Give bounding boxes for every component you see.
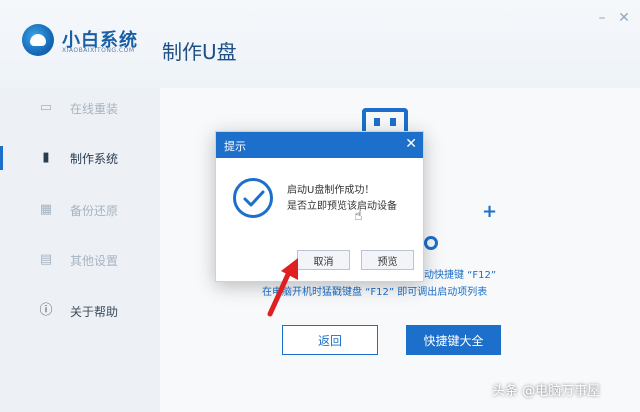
usb-icon: ▮ — [42, 150, 50, 165]
watermark: 头条 @电脑万事屋 — [492, 384, 601, 399]
sidebar-item-label: 备份还原 — [70, 203, 119, 218]
sidebar: ▭ 在线重装 ▮ 制作系统 ▦ 备份还原 ▤ 其他设置 ⓘ 关于帮助 — [0, 88, 160, 412]
hint-text-1: 动快捷键 “F12” — [424, 270, 497, 281]
sidebar-item-label: 制作系统 — [70, 151, 119, 166]
app-logo — [22, 24, 54, 56]
preview-button[interactable]: 预览 — [361, 250, 414, 270]
success-check-icon — [233, 178, 273, 218]
shortcut-list-button[interactable]: 快捷键大全 — [406, 325, 501, 355]
dialog-title: 提示 — [224, 140, 246, 153]
back-button[interactable]: 返回 — [282, 325, 378, 355]
plus-icon: + — [482, 201, 498, 222]
circle-icon — [424, 236, 438, 250]
sidebar-item-label: 在线重装 — [70, 101, 119, 116]
annotation-arrow-icon — [267, 258, 298, 317]
sidebar-item-other-settings[interactable]: ▤ 其他设置 — [0, 240, 160, 280]
close-window-button[interactable]: ✕ — [616, 10, 632, 26]
dialog-message-line1: 启动U盘制作成功！ — [287, 185, 375, 196]
app-header: 小白系统 XIAOBAIXITONG.COM 制作U盘 – ✕ — [0, 0, 640, 88]
minimize-button[interactable]: – — [594, 10, 610, 26]
backup-icon: ▦ — [39, 202, 53, 217]
sidebar-item-online-reinstall[interactable]: ▭ 在线重装 — [0, 88, 160, 128]
briefcase-icon: ▤ — [39, 252, 53, 267]
sidebar-item-label: 其他设置 — [70, 253, 119, 268]
close-icon[interactable]: ✕ — [405, 136, 417, 152]
dialog-header: 提示 ✕ — [216, 132, 423, 158]
hand-cursor-icon: ☝ — [354, 208, 363, 224]
prompt-dialog: 提示 ✕ 启动U盘制作成功！ 是否立即预览该启动设备 ☝ 取消 预览 — [215, 131, 424, 282]
sidebar-item-label: 关于帮助 — [70, 304, 119, 319]
cancel-button[interactable]: 取消 — [297, 250, 350, 270]
dialog-message-line2: 是否立即预览该启动设备 — [287, 201, 397, 212]
brand-subtitle: XIAOBAIXITONG.COM — [62, 47, 135, 54]
sidebar-item-about-help[interactable]: ⓘ 关于帮助 — [0, 291, 160, 331]
monitor-icon: ▭ — [39, 100, 53, 115]
info-icon: ⓘ — [39, 303, 53, 318]
sidebar-item-make-system[interactable]: ▮ 制作系统 — [0, 138, 160, 178]
page-title: 制作U盘 — [162, 40, 237, 64]
sidebar-item-backup-restore[interactable]: ▦ 备份还原 — [0, 190, 160, 230]
